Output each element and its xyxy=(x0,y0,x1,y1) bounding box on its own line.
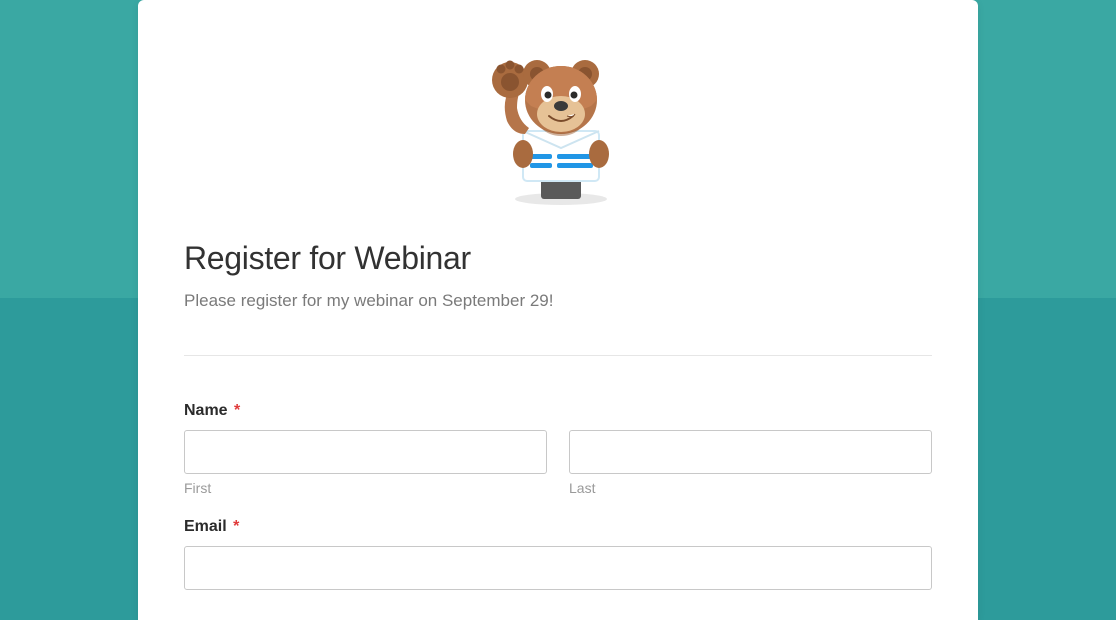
form-card: Register for Webinar Please register for… xyxy=(138,0,978,620)
name-label: Name * xyxy=(184,402,932,420)
last-name-sublabel: Last xyxy=(569,480,932,496)
name-label-text: Name xyxy=(184,402,228,419)
email-label: Email * xyxy=(184,518,932,536)
email-field-group: Email * xyxy=(184,518,932,590)
required-marker: * xyxy=(234,402,240,419)
name-field-group: Name * First Last xyxy=(184,402,932,496)
bear-mascot-icon xyxy=(473,36,643,206)
mascot-container xyxy=(138,0,978,226)
required-marker: * xyxy=(233,518,239,535)
first-name-sublabel: First xyxy=(184,480,547,496)
form-description: Please register for my webinar on Septem… xyxy=(184,291,932,311)
divider xyxy=(184,355,932,356)
form-body: Register for Webinar Please register for… xyxy=(138,240,978,620)
first-name-input[interactable] xyxy=(184,430,547,474)
last-name-input[interactable] xyxy=(569,430,932,474)
email-input[interactable] xyxy=(184,546,932,590)
email-label-text: Email xyxy=(184,518,227,535)
form-title: Register for Webinar xyxy=(184,240,932,277)
